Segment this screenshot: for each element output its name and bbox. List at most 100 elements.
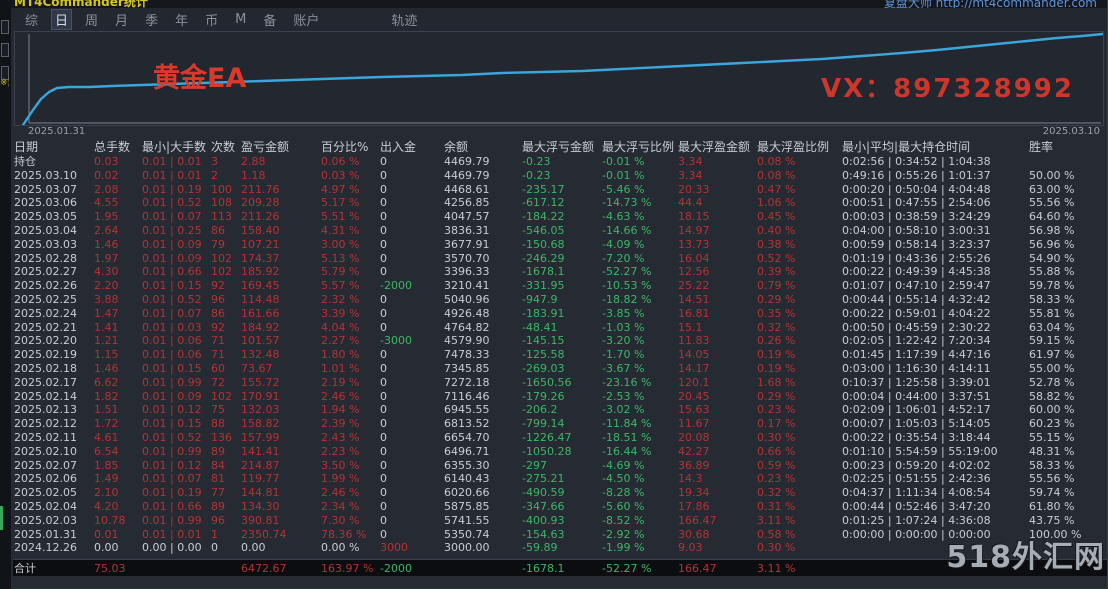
header-max-float-profit-pct[interactable]: 最大浮盈比例	[756, 139, 841, 155]
cell-max-float-profit-pct: 0.40 %	[757, 223, 796, 237]
table-row[interactable]: 2024.12.26 0.00 0.00 | 0.00 0 0.00 0.00 % 3000…	[13, 541, 1107, 555]
cell-min-max-lots: 0.01 | 0.52	[142, 292, 202, 306]
menu-item-2[interactable]: 周	[81, 9, 102, 30]
table-row[interactable]: 2025.02.17 6.62 0.01 | 0.99 72 155.72 2.19 % 0…	[13, 376, 1107, 390]
menu-item-4[interactable]: 季	[141, 9, 162, 30]
cell-hold-time: 0:04:00 | 0:58:10 | 3:00:31	[842, 223, 991, 237]
cell-max-float-profit-pct: 0.32 %	[757, 320, 796, 334]
table-row[interactable]: 2025.02.03 10.78 0.01 | 0.99 96 390.81 7.30 %…	[13, 514, 1107, 528]
table-row[interactable]: 2025.03.03 1.46 0.01 | 0.09 79 107.21 3.00 % 0…	[13, 238, 1107, 252]
menu-item-3[interactable]: 月	[111, 9, 132, 30]
header-max-float-loss-pct[interactable]: 最大浮亏比例	[601, 139, 677, 155]
header-win-rate[interactable]: 胜率	[1028, 139, 1103, 155]
header-percent[interactable]: 百分比%	[320, 139, 379, 155]
cell-win-rate: 58.33 %	[1029, 458, 1075, 472]
menu-item-6[interactable]: 币	[201, 9, 222, 30]
table-row[interactable]: 2025.02.13 1.51 0.01 | 0.12 75 132.03 1.94 % 0…	[13, 403, 1107, 417]
chart-date-range: 2025.01.31 2025.03.10	[14, 126, 1104, 139]
cell-max-float-loss: -799.14	[522, 417, 565, 431]
cell-balance: 5350.74	[444, 527, 490, 541]
cell-date: 2025.03.04	[14, 223, 77, 237]
watermark-518fx: 518外汇网	[946, 540, 1105, 575]
cell-hold-time: 0:02:56 | 0:34:52 | 1:04:38	[842, 155, 991, 168]
menu-item-10[interactable]: 轨迹	[387, 9, 421, 30]
cell-deposit-withdraw: 0	[380, 348, 387, 362]
table-row[interactable]: 持仓 0.03 0.01 | 0.01 3 2.88 0.06 % 0 4469.79 -0.2…	[13, 155, 1107, 169]
table-row[interactable]: 2025.02.06 1.49 0.01 | 0.07 81 119.77 1.99 % 0…	[13, 472, 1107, 486]
cell-max-float-loss-pct: -3.67 %	[602, 361, 645, 375]
menu-item-9[interactable]: 账户	[289, 9, 323, 30]
table-row[interactable]: 2025.02.27 4.30 0.01 | 0.66 102 185.92 5.79 %…	[13, 265, 1107, 279]
table-row[interactable]: 2025.02.10 6.54 0.01 | 0.99 89 141.41 2.23 % 0…	[13, 445, 1107, 459]
table-row[interactable]: 2025.01.31 0.01 0.01 | 0.01 1 2350.74 78.36 %…	[13, 528, 1107, 542]
cell-max-float-profit-pct: 0.79 %	[757, 279, 796, 293]
cell-trades: 108	[211, 196, 232, 210]
header-max-float-loss[interactable]: 最大浮亏金额	[521, 139, 601, 155]
cell-trades: 84	[211, 458, 225, 472]
cell-max-float-loss: -206.2	[522, 403, 558, 417]
cell-trades: 71	[211, 334, 225, 348]
cell-max-float-loss-pct: -4.63 %	[602, 210, 645, 224]
cell-hold-time: 0:00:23 | 0:59:20 | 4:02:02	[842, 458, 991, 472]
equity-chart[interactable]: 黄金EA VX：897328992	[14, 31, 1104, 126]
table-row[interactable]: 2025.03.07 2.08 0.01 | 0.19 100 211.76 4.97 %…	[13, 183, 1107, 197]
table-row[interactable]: 2025.02.20 1.21 0.01 | 0.06 71 101.57 2.27 % -…	[13, 334, 1107, 348]
menu-item-8[interactable]: 备	[259, 9, 280, 30]
menu-item-0[interactable]: 综	[21, 9, 42, 30]
table-row[interactable]: 2025.03.10 0.02 0.01 | 0.01 2 1.18 0.03 % 0 446…	[13, 169, 1107, 183]
cell-min-max-lots: 0.01 | 0.07	[142, 210, 202, 224]
menu-item-5[interactable]: 年	[171, 9, 192, 30]
cell-hold-time: 0:00:22 | 0:49:39 | 4:45:38	[842, 265, 991, 279]
cell-trades: 71	[211, 348, 225, 362]
table-row[interactable]: 2025.02.26 2.20 0.01 | 0.15 92 169.45 5.57 % -…	[13, 279, 1107, 293]
header-deposit-withdraw[interactable]: 出入金	[379, 139, 443, 155]
header-date[interactable]: 日期	[13, 139, 93, 155]
header-min-max-lots[interactable]: 最小|大手数	[141, 139, 210, 155]
site-link[interactable]: 复盘大师 http://mt4commander.com	[884, 0, 1097, 8]
table-row[interactable]: 2025.03.04 2.64 0.01 | 0.25 86 158.40 4.31 % 0…	[13, 224, 1107, 238]
cell-profit: 119.77	[241, 472, 280, 486]
cell-profit: 2.88	[241, 155, 266, 168]
cell-date: 2025.03.05	[14, 210, 77, 224]
table-row[interactable]: 2025.02.14 1.82 0.01 | 0.09 102 170.91 2.46 %…	[13, 390, 1107, 404]
cell-balance: 4047.57	[444, 210, 490, 224]
cell-trades: 3	[211, 155, 218, 168]
table-row[interactable]: 2025.02.11 4.61 0.01 | 0.52 136 157.99 2.43 %…	[13, 431, 1107, 445]
cell-win-rate: 64.60 %	[1029, 210, 1075, 224]
table-row[interactable]: 2025.02.24 1.47 0.01 | 0.07 86 161.66 3.39 % 0…	[13, 307, 1107, 321]
cell-profit: 2350.74	[241, 527, 287, 541]
table-row[interactable]: 2025.03.06 4.55 0.01 | 0.52 108 209.28 5.17 %…	[13, 196, 1107, 210]
cell-percent: 1.01 %	[321, 361, 360, 375]
table-row[interactable]: 2025.03.05 1.95 0.01 | 0.07 113 211.26 5.51 %…	[13, 210, 1107, 224]
statistics-panel: MT4Commander统计 复盘大师 http://mt4commander.…	[11, 0, 1108, 589]
table-row[interactable]: 2025.02.19 1.15 0.01 | 0.06 71 132.48 1.80 % 0…	[13, 348, 1107, 362]
header-trades[interactable]: 次数	[210, 139, 240, 155]
cell-profit: 158.40	[241, 223, 280, 237]
header-balance[interactable]: 余额	[443, 139, 521, 155]
table-row[interactable]: 2025.02.12 1.72 0.01 | 0.15 88 158.82 2.39 % 0…	[13, 417, 1107, 431]
header-total-lots[interactable]: 总手数	[93, 139, 141, 155]
cell-balance: 7345.85	[444, 361, 490, 375]
menu-item-7[interactable]: M	[231, 11, 250, 28]
cell-deposit-withdraw: 0	[380, 320, 387, 334]
table-row[interactable]: 2025.02.05 2.10 0.01 | 0.19 77 144.81 2.46 % 0…	[13, 486, 1107, 500]
table-row[interactable]: 2025.02.07 1.85 0.01 | 0.12 84 214.87 3.50 % 0…	[13, 459, 1107, 473]
menu-item-1[interactable]: 日	[51, 9, 73, 30]
cell-total-lots: 1.21	[94, 334, 119, 348]
cell-total-lots: 1.15	[94, 348, 119, 362]
table-row[interactable]: 2025.02.04 4.20 0.01 | 0.66 89 134.30 2.34 % 0…	[13, 500, 1107, 514]
header-profit[interactable]: 盈亏金额	[240, 139, 320, 155]
header-hold-time[interactable]: 最小|平均|最大持仓时间	[841, 139, 1028, 155]
cell-max-float-profit: 11.83	[678, 334, 710, 348]
table-row[interactable]: 2025.02.28 1.97 0.01 | 0.09 102 174.37 5.13 %…	[13, 252, 1107, 266]
table-row[interactable]: 2025.02.18 1.46 0.01 | 0.15 60 73.67 1.01 % 0 7…	[13, 362, 1107, 376]
cell-max-float-loss: -1050.28	[522, 444, 572, 458]
table-row-total[interactable]: 合计 75.03 6472.67 163.97 % -2000 -1678.1 -52.27…	[13, 559, 1107, 577]
cell-balance: 5741.55	[444, 513, 490, 527]
cell-win-rate: 61.97 %	[1029, 348, 1075, 362]
header-max-float-profit[interactable]: 最大浮盈金额	[677, 139, 756, 155]
cell-max-float-profit-pct: 0.30 %	[757, 430, 796, 444]
cell-date: 2025.03.07	[14, 182, 77, 196]
table-row[interactable]: 2025.02.25 3.88 0.01 | 0.52 96 114.48 2.32 % 0…	[13, 293, 1107, 307]
table-row[interactable]: 2025.02.21 1.41 0.01 | 0.03 92 184.92 4.04 % 0…	[13, 321, 1107, 335]
